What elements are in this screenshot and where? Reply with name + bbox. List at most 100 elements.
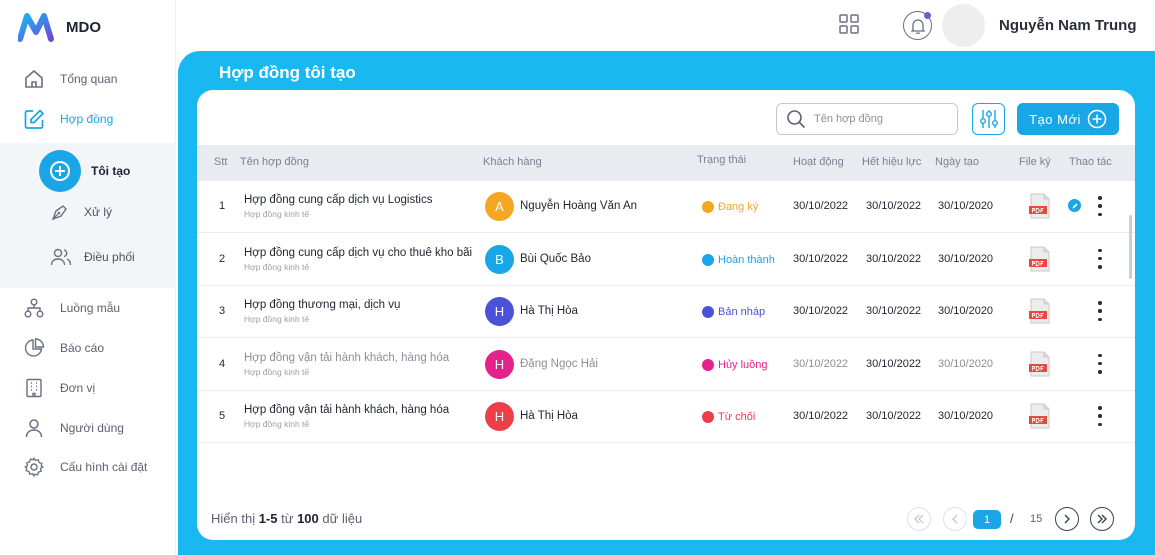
user-name[interactable]: Nguyễn Nam Trung (999, 17, 1137, 34)
sidebar-item-label: Tổng quan (60, 72, 118, 86)
gear-icon (22, 455, 46, 479)
user-avatar[interactable] (942, 4, 985, 47)
more-actions-icon[interactable] (1097, 248, 1103, 269)
sidebar-item-1[interactable]: Hợp đồng (22, 107, 113, 131)
expire-date: 30/10/2022 (866, 357, 922, 370)
contract-type: Hợp đồng kinh tế (244, 366, 310, 377)
sidebar-item-5[interactable]: Người dùng (22, 416, 124, 440)
notification-button[interactable] (903, 11, 932, 40)
more-actions-icon[interactable] (1097, 406, 1103, 426)
sidebar-item-label: Cấu hình cài đặt (60, 460, 148, 474)
logo[interactable]: MDO (18, 12, 101, 42)
row-number: 3 (219, 305, 226, 317)
sidebar-item-label: Người dùng (60, 421, 124, 435)
expire-date: 30/10/2022 (866, 200, 922, 212)
column-header-stt: Stt (214, 156, 228, 168)
record-count-prefix: Hiển thị (211, 511, 256, 526)
column-header-customer[interactable]: Khách hàng (483, 156, 542, 168)
contract-name[interactable]: Hợp đồng vận tải hành khách, hàng hóa (244, 352, 449, 364)
filter-button[interactable] (972, 103, 1005, 135)
search-box[interactable] (776, 103, 958, 135)
column-header-created[interactable]: Ngày tạo (935, 156, 979, 168)
apps-grid-icon[interactable] (838, 13, 860, 35)
create-new-button[interactable]: Tạo Mới (1017, 103, 1119, 135)
more-actions-icon[interactable] (1097, 301, 1103, 321)
status-badge: Bản nháp (702, 306, 765, 318)
table-row[interactable]: 1 Hợp đồng cung cấp dịch vụ Logistics Hợp … (197, 181, 1135, 233)
pdf-file-icon[interactable] (1029, 193, 1051, 219)
sidebar-item-0[interactable]: Tổng quan (22, 67, 117, 91)
column-header-name[interactable]: Tên hợp đồng (240, 156, 309, 168)
status-dot (702, 411, 714, 423)
status-dot (702, 358, 714, 371)
table-row[interactable]: 3 Hợp đồng thương mại, dịch vụ Hợp đồng ki… (197, 286, 1135, 338)
more-actions-icon[interactable] (1097, 353, 1103, 374)
subnav-item-toi-tao[interactable]: Tôi tạo (39, 150, 130, 192)
record-count-range: 1-5 (258, 511, 278, 526)
row-number: 2 (219, 252, 226, 265)
contract-name[interactable]: Hợp đồng thương mại, dịch vụ (244, 299, 400, 311)
sidebar-item-label: Báo cáo (60, 341, 105, 355)
search-input[interactable] (814, 113, 944, 125)
pdf-file-icon[interactable] (1029, 298, 1051, 324)
status-dot (702, 253, 714, 266)
subnav-label: Điều phối (84, 250, 135, 264)
sliders-icon (979, 110, 998, 128)
edit-icon[interactable] (1068, 199, 1081, 212)
active-date: 30/10/2022 (793, 357, 849, 370)
column-header-status[interactable]: Trạng thái (697, 154, 746, 166)
sidebar: MDO Tổng quan Hợp đồng Luồng mẫu Báo cáo Đơn… (0, 0, 176, 555)
created-date: 30/10/2020 (938, 305, 994, 317)
flow-icon (22, 296, 46, 320)
current-page[interactable]: 1 (973, 510, 1001, 529)
first-page-button[interactable] (907, 507, 931, 531)
more-actions-icon[interactable] (1097, 196, 1103, 216)
users-icon (50, 248, 72, 266)
pdf-file-icon[interactable] (1029, 351, 1051, 377)
sidebar-item-2[interactable]: Luồng mẫu (22, 296, 120, 320)
customer-avatar: H (485, 297, 514, 326)
plus-circle-icon (39, 150, 81, 192)
status-label: Hoàn thành (718, 253, 775, 266)
next-page-button[interactable] (1055, 507, 1079, 531)
subnav-item-xu-ly[interactable]: Xử lý (50, 202, 112, 222)
bell-icon (910, 18, 925, 34)
status-label: Hủy luồng (718, 358, 768, 371)
created-date: 30/10/2020 (938, 200, 994, 212)
main-panel: Hợp đồng tôi tạo Tạo Mới Stt Tên hợp đồn… (178, 51, 1155, 555)
table-row[interactable]: 2 Hợp đồng cung cấp dịch vụ cho thuê kho … (197, 234, 1135, 286)
pdf-file-icon[interactable] (1029, 403, 1051, 429)
double-chevron-right-icon (1097, 514, 1107, 524)
sidebar-item-4[interactable]: Đơn vị (22, 376, 95, 400)
subnav-item-dieu-phoi[interactable]: Điều phối (50, 247, 135, 267)
created-date: 30/10/2020 (938, 410, 994, 422)
contract-name[interactable]: Hợp đồng cung cấp dịch vụ Logistics (244, 194, 432, 206)
last-page-button[interactable] (1090, 507, 1114, 531)
status-badge: Hoàn thành (702, 253, 775, 266)
sidebar-item-3[interactable]: Báo cáo (22, 336, 104, 360)
column-header-active[interactable]: Hoạt động (793, 156, 844, 168)
sidebar-item-6[interactable]: Cấu hình cài đặt (22, 455, 147, 479)
column-header-expire[interactable]: Hết hiệu lực (862, 156, 921, 168)
prev-page-button[interactable] (943, 507, 967, 531)
contract-name[interactable]: Hợp đồng cung cấp dịch vụ cho thuê kho b… (244, 247, 472, 259)
contract-name[interactable]: Hợp đồng vận tải hành khách, hàng hóa (244, 404, 449, 416)
sidebar-item-label: Đơn vị (60, 381, 96, 395)
pdf-file-icon[interactable] (1029, 246, 1051, 272)
pen-nib-icon (51, 205, 67, 221)
page-title: Hợp đồng tôi tạo (219, 63, 356, 82)
status-dot (702, 306, 714, 318)
row-number: 4 (219, 357, 226, 370)
record-count: Hiển thị 1-5 từ 100 dữ liệu (211, 511, 362, 526)
table-row[interactable]: 5 Hợp đồng vận tải hành khách, hàng hóa Hợ… (197, 391, 1135, 443)
building-icon (22, 376, 46, 400)
chevron-left-icon (952, 514, 958, 524)
search-icon (787, 110, 805, 128)
table-scrollbar[interactable] (1129, 215, 1132, 279)
expire-date: 30/10/2022 (866, 252, 922, 265)
contracts-card: Tạo Mới Stt Tên hợp đồng Khách hàng Trạn… (197, 90, 1135, 540)
table-row[interactable]: 4 Hợp đồng vận tải hành khách, hàng hóa Hợ… (197, 339, 1135, 391)
row-number: 1 (219, 200, 226, 212)
contract-type: Hợp đồng kinh tế (244, 209, 310, 219)
status-dot (702, 201, 714, 213)
